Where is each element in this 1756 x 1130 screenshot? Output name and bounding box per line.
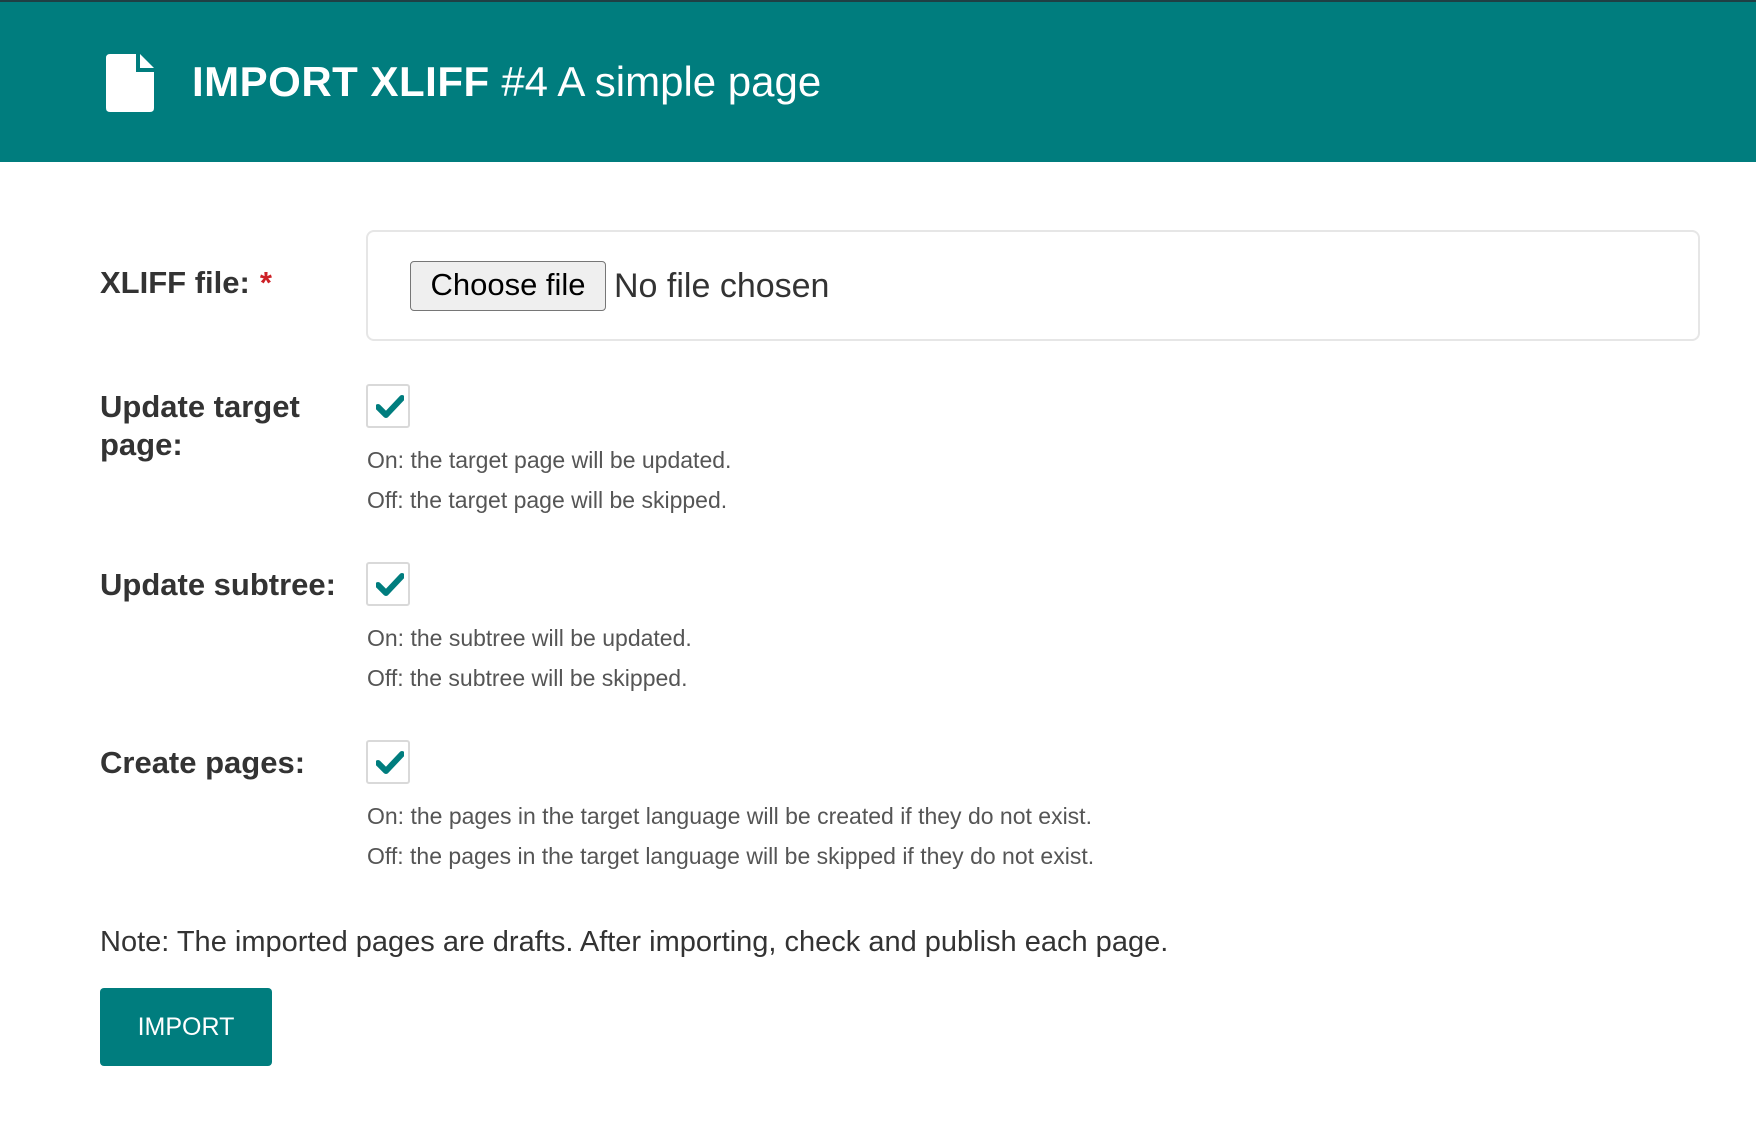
page-title-action: IMPORT XLIFF — [192, 58, 490, 105]
create-pages-label: Create pages: — [100, 745, 306, 780]
create-pages-help-on: On: the pages in the target language wil… — [367, 803, 1092, 829]
update-target-page-checkbox[interactable] — [366, 384, 410, 428]
update-subtree-label: Update subtree: — [100, 567, 336, 602]
update-target-page-label-line2: page: — [100, 427, 183, 462]
choose-file-button[interactable]: Choose file — [410, 261, 606, 311]
required-marker: * — [259, 265, 272, 300]
create-pages-checkbox[interactable] — [366, 740, 410, 784]
page-header: IMPORT XLIFF #4 A simple page — [0, 0, 1756, 162]
update-target-page-help-off: Off: the target page will be skipped. — [367, 487, 728, 513]
page-title-subject: #4 A simple page — [501, 58, 822, 105]
update-subtree-checkbox[interactable] — [366, 562, 410, 606]
update-target-page-help-on: On: the target page will be updated. — [367, 447, 732, 473]
update-target-page-label-line1: Update target — [100, 389, 300, 424]
update-target-page-label: Update target page: — [100, 388, 300, 464]
checkmark-icon — [376, 395, 404, 418]
drafts-note: Note: The imported pages are drafts. Aft… — [100, 926, 1169, 958]
create-pages-help-off: Off: the pages in the target language wi… — [367, 843, 1095, 869]
document-icon — [106, 54, 154, 112]
checkmark-icon — [376, 751, 404, 774]
xliff-file-label: XLIFF file: * — [100, 264, 272, 302]
page-title: IMPORT XLIFF #4 A simple page — [192, 56, 821, 108]
file-status-text: No file chosen — [614, 267, 830, 305]
update-subtree-help-on: On: the subtree will be updated. — [367, 625, 692, 651]
checkmark-icon — [376, 573, 404, 596]
import-button[interactable]: IMPORT — [100, 988, 272, 1066]
update-subtree-help-off: Off: the subtree will be skipped. — [367, 665, 688, 691]
xliff-file-input[interactable]: Choose file No file chosen — [366, 230, 1700, 341]
xliff-file-label-text: XLIFF file: — [100, 265, 250, 300]
